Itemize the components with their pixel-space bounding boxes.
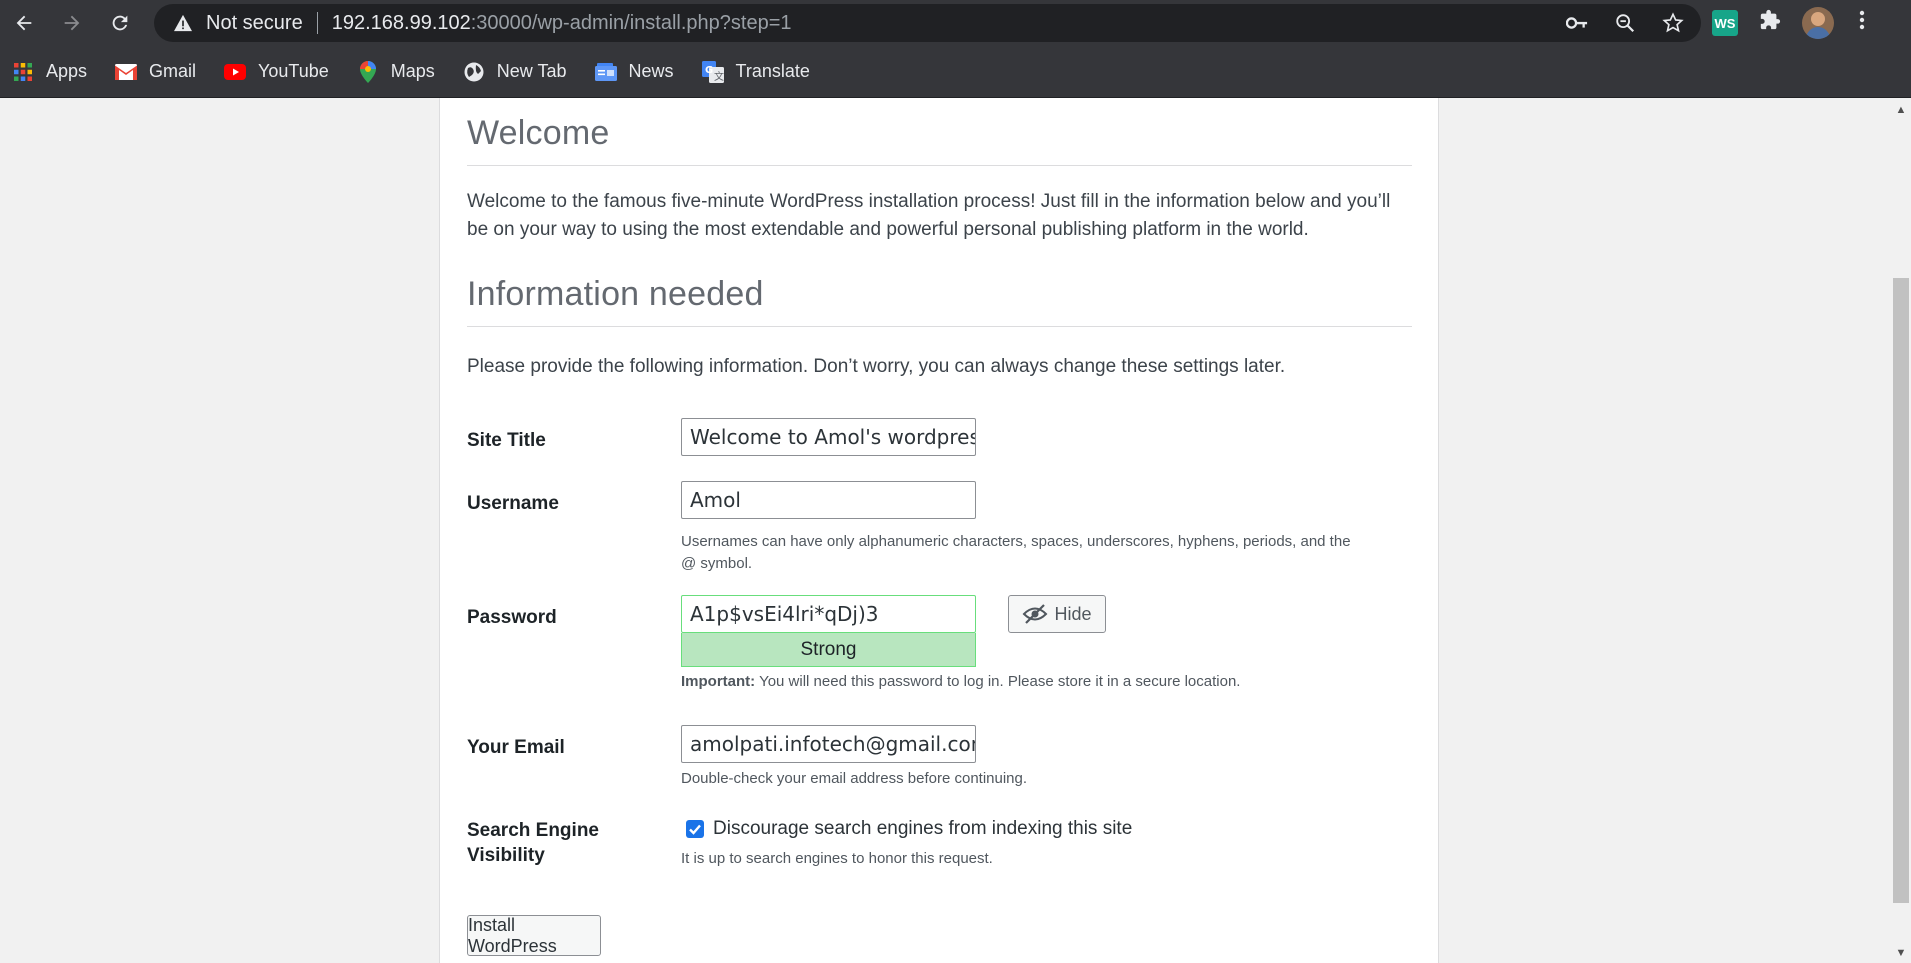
- information-heading: Information needed: [467, 275, 1412, 327]
- site-title-input[interactable]: Welcome to Amol's wordpress: [681, 418, 976, 456]
- scroll-thumb[interactable]: [1893, 278, 1909, 903]
- profile-avatar[interactable]: [1802, 7, 1834, 39]
- bookmark-news[interactable]: News: [594, 61, 674, 83]
- bookmark-apps[interactable]: Apps: [12, 61, 87, 83]
- eye-slash-icon: [1023, 604, 1048, 624]
- email-input[interactable]: amolpati.infotech@gmail.com: [681, 725, 976, 763]
- security-status[interactable]: Not secure: [206, 12, 303, 35]
- reload-button[interactable]: [96, 0, 144, 46]
- forward-arrow-icon: [64, 15, 80, 31]
- url-path: :30000/wp-admin/install.php?step=1: [470, 11, 792, 34]
- visibility-checkbox[interactable]: [686, 820, 704, 838]
- zoom-icon[interactable]: [1611, 9, 1639, 37]
- url-host: 192.168.99.102: [331, 11, 471, 34]
- bookmark-label: Translate: [735, 61, 810, 81]
- username-hint: Usernames can have only alphanumeric cha…: [681, 533, 1351, 572]
- visibility-label: Search Engine Visibility: [467, 820, 599, 866]
- bookmark-label: News: [628, 61, 674, 81]
- information-text: Please provide the following information…: [467, 356, 1286, 377]
- password-input[interactable]: A1p$vsEi4lri*qDj)3: [681, 595, 976, 633]
- address-separator: [316, 12, 318, 34]
- scroll-up-arrow-icon[interactable]: ▲: [1891, 104, 1911, 116]
- address-bar[interactable]: Not secure 192.168.99.102:30000/wp-admin…: [154, 4, 1701, 42]
- translate-icon: G文: [701, 60, 724, 83]
- ws-extension-icon[interactable]: WS: [1712, 10, 1738, 36]
- youtube-icon: [224, 61, 247, 83]
- bookmark-label: Apps: [46, 61, 88, 81]
- password-hint: Important: You will need this password t…: [681, 671, 1381, 693]
- bookmark-label: Gmail: [149, 61, 197, 81]
- extensions-puzzle-icon[interactable]: [1756, 9, 1784, 38]
- install-card: Welcome Welcome to the famous five-minut…: [439, 98, 1439, 963]
- password-strength-meter: Strong: [681, 633, 976, 667]
- visibility-hint: It is up to search engines to honor this…: [681, 850, 993, 867]
- svg-text:文: 文: [714, 70, 724, 83]
- news-icon: [594, 61, 617, 83]
- key-icon[interactable]: [1563, 9, 1591, 37]
- welcome-text: Welcome to the famous five-minute WordPr…: [467, 191, 1391, 240]
- bookmark-translate[interactable]: G文 Translate: [701, 60, 810, 83]
- bookmarks-bar: Apps Gmail YouTube Maps New Tab News G文: [0, 46, 1911, 98]
- back-button[interactable]: [0, 0, 48, 46]
- visibility-checkbox-wrap[interactable]: Discourage search engines from indexing …: [681, 818, 1281, 844]
- apps-grid-icon: [12, 61, 34, 83]
- welcome-heading: Welcome: [467, 114, 1412, 166]
- bookmark-label: YouTube: [258, 61, 329, 81]
- gmail-icon: [115, 61, 138, 83]
- username-label: Username: [467, 493, 559, 514]
- page-scrollbar[interactable]: ▲ ▼: [1891, 98, 1911, 963]
- bookmark-gmail[interactable]: Gmail: [115, 61, 196, 83]
- checkmark-icon: [689, 824, 701, 835]
- extensions-area: WS: [1712, 0, 1872, 46]
- bookmark-youtube[interactable]: YouTube: [224, 61, 329, 83]
- visibility-checkbox-label[interactable]: Discourage search engines from indexing …: [713, 818, 1132, 840]
- svg-text:G: G: [705, 65, 713, 76]
- information-section: Information needed Please provide the fo…: [467, 275, 1412, 381]
- forward-button[interactable]: [48, 0, 96, 46]
- email-hint: Double-check your email address before c…: [681, 770, 1028, 787]
- password-label: Password: [467, 607, 557, 628]
- email-label: Your Email: [467, 737, 565, 758]
- page-viewport: Welcome Welcome to the famous five-minut…: [0, 98, 1891, 963]
- bookmark-label: New Tab: [496, 61, 567, 81]
- scroll-down-arrow-icon[interactable]: ▼: [1891, 947, 1911, 959]
- password-important: Important:: [681, 673, 756, 690]
- chrome-menu-icon[interactable]: [1852, 9, 1872, 38]
- hide-label: Hide: [1054, 603, 1092, 624]
- welcome-section: Welcome Welcome to the famous five-minut…: [467, 114, 1412, 244]
- browser-toolbar: Not secure 192.168.99.102:30000/wp-admin…: [0, 0, 1911, 46]
- username-input[interactable]: Amol: [681, 481, 976, 519]
- password-hint-text: You will need this password to log in. P…: [759, 673, 1241, 690]
- hide-password-button[interactable]: Hide: [1008, 595, 1106, 633]
- maps-icon: [357, 60, 379, 83]
- bookmark-label: Maps: [390, 61, 435, 81]
- globe-icon: [463, 61, 485, 83]
- bookmark-new-tab[interactable]: New Tab: [463, 61, 567, 83]
- back-arrow-icon: [16, 15, 32, 31]
- reload-icon: [112, 15, 128, 31]
- bookmark-star-icon[interactable]: [1659, 9, 1687, 37]
- install-wordpress-button[interactable]: Install WordPress: [467, 915, 601, 956]
- bookmark-maps[interactable]: Maps: [357, 60, 435, 83]
- warning-icon: [172, 12, 194, 34]
- site-title-label: Site Title: [467, 430, 546, 451]
